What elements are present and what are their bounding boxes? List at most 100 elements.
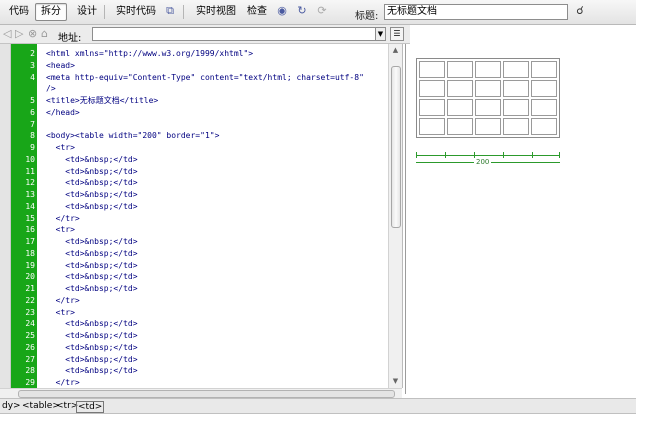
- code-line[interactable]: <td>&nbsp;</td>: [46, 283, 137, 294]
- code-view-button[interactable]: 代码: [3, 3, 35, 21]
- code-line[interactable]: <td>&nbsp;</td>: [46, 318, 137, 329]
- horizontal-scrollbar[interactable]: [0, 388, 402, 398]
- line-number: [11, 83, 35, 94]
- line-number: 4: [30, 72, 35, 82]
- table-cell[interactable]: [503, 61, 529, 78]
- dim-tick: [416, 152, 417, 158]
- table-width-label[interactable]: 200: [474, 158, 492, 166]
- live-code-button[interactable]: 实时代码: [110, 3, 162, 21]
- table-cell[interactable]: [531, 99, 557, 116]
- table-cell[interactable]: [531, 80, 557, 97]
- code-line[interactable]: <td>&nbsp;</td>: [46, 189, 137, 200]
- tag-crumb-tr[interactable]: <tr>: [56, 401, 78, 411]
- code-line[interactable]: <td>&nbsp;</td>: [46, 236, 137, 247]
- line-number: 17: [25, 237, 35, 246]
- code-line[interactable]: </tr>: [46, 295, 80, 306]
- line-number: 3: [30, 60, 35, 70]
- table-cell[interactable]: [503, 80, 529, 97]
- check-browser-icon[interactable]: ☌: [572, 4, 588, 18]
- table-cell[interactable]: [419, 80, 445, 97]
- address-input[interactable]: [92, 27, 379, 41]
- table-cell[interactable]: [447, 61, 473, 78]
- home-icon[interactable]: ⌂: [41, 27, 48, 40]
- code-line[interactable]: <td>&nbsp;</td>: [46, 365, 137, 376]
- line-number: 29: [25, 378, 35, 387]
- reload-icon[interactable]: ⟳: [314, 4, 330, 18]
- document-toolbar: 代码 拆分 设计 实时代码 ⧉ 实时视图 检查 ◉ ↻ ⟳ 标题: 无标题文档 …: [0, 0, 665, 25]
- dim-tick: [559, 152, 560, 158]
- code-line[interactable]: <td>&nbsp;</td>: [46, 260, 137, 271]
- line-number: 12: [25, 178, 35, 188]
- code-line[interactable]: <tr>: [46, 307, 75, 318]
- table-cell[interactable]: [419, 99, 445, 116]
- table-cell[interactable]: [447, 118, 473, 135]
- table-cell[interactable]: [419, 118, 445, 135]
- code-line[interactable]: </tr>: [46, 377, 80, 388]
- file-compare-icon[interactable]: ⧉: [162, 4, 178, 18]
- stop-icon[interactable]: ⊗: [28, 27, 37, 40]
- live-view-button[interactable]: 实时视图: [190, 3, 242, 21]
- code-line[interactable]: <td>&nbsp;</td>: [46, 166, 137, 177]
- code-line[interactable]: <head>: [46, 60, 75, 71]
- line-numbers: 2 3 4 5 6 7 8 9 10 11 12 13 14 15 16 17 18 19 20 21 22 23 24 25…: [11, 44, 37, 388]
- table-cell[interactable]: [503, 99, 529, 116]
- tag-selector-bar: dy> <table> <tr> <td>: [0, 398, 636, 414]
- design-view-button[interactable]: 设计: [71, 3, 103, 21]
- code-line[interactable]: <html xmlns="http://www.w3.org/1999/xhtm…: [46, 48, 253, 59]
- code-line[interactable]: <td>&nbsp;</td>: [46, 201, 137, 212]
- document-title-field[interactable]: 无标题文档: [384, 4, 568, 20]
- table-cell[interactable]: [419, 61, 445, 78]
- scroll-down-icon[interactable]: ▼: [391, 377, 400, 386]
- line-number: 6: [30, 107, 35, 117]
- code-line[interactable]: <td>&nbsp;</td>: [46, 248, 137, 259]
- refresh-icon[interactable]: ↻: [294, 4, 310, 18]
- tag-crumb-table[interactable]: <table>: [22, 401, 60, 411]
- table-row: [419, 80, 557, 97]
- code-line[interactable]: />: [46, 83, 56, 94]
- vertical-scroll-thumb[interactable]: [391, 66, 401, 228]
- table-cell[interactable]: [503, 118, 529, 135]
- horizontal-scroll-thumb[interactable]: [18, 390, 395, 398]
- line-number: 28: [25, 366, 35, 376]
- forward-icon[interactable]: ▷: [15, 27, 23, 40]
- table-cell[interactable]: [475, 61, 501, 78]
- address-dropdown-icon[interactable]: ▼: [375, 27, 386, 41]
- code-line[interactable]: </head>: [46, 107, 80, 118]
- column-width-line: [416, 155, 560, 156]
- table-cell[interactable]: [475, 80, 501, 97]
- code-line[interactable]: <td>&nbsp;</td>: [46, 154, 137, 165]
- globe-preview-icon[interactable]: ◉: [274, 4, 290, 18]
- code-line[interactable]: <meta http-equiv="Content-Type" content=…: [46, 72, 364, 83]
- table-cell[interactable]: [447, 99, 473, 116]
- table-cell[interactable]: [531, 61, 557, 78]
- tag-crumb-td[interactable]: <td>: [76, 401, 105, 413]
- code-line[interactable]: <tr>: [46, 142, 75, 153]
- code-line[interactable]: <td>&nbsp;</td>: [46, 342, 137, 353]
- inspect-button[interactable]: 检查: [241, 3, 273, 21]
- tag-crumb-body[interactable]: dy>: [2, 401, 21, 411]
- dim-tick: [532, 152, 533, 158]
- code-line[interactable]: </tr>: [46, 213, 80, 224]
- code-line[interactable]: <tr>: [46, 224, 75, 235]
- table-cell[interactable]: [447, 80, 473, 97]
- split-view-button[interactable]: 拆分: [35, 3, 67, 21]
- code-view-pane[interactable]: 2 3 4 5 6 7 8 9 10 11 12 13 14 15 16 17 18 19 20 21 22 23 24 25…: [0, 44, 403, 388]
- vertical-scrollbar[interactable]: ▲ ▼: [388, 44, 402, 388]
- code-line[interactable]: <td>&nbsp;</td>: [46, 271, 137, 282]
- code-line[interactable]: <td>&nbsp;</td>: [46, 177, 137, 188]
- back-icon[interactable]: ◁: [3, 27, 11, 40]
- view-options-icon[interactable]: ☰: [390, 27, 404, 41]
- toolbar-separator: [183, 5, 184, 19]
- code-gutter: [0, 44, 11, 388]
- design-table[interactable]: [416, 58, 560, 138]
- code-line[interactable]: <td>&nbsp;</td>: [46, 354, 137, 365]
- line-number: 20: [25, 272, 35, 282]
- code-line[interactable]: <td>&nbsp;</td>: [46, 330, 137, 341]
- table-cell[interactable]: [475, 99, 501, 116]
- table-cell[interactable]: [531, 118, 557, 135]
- table-cell[interactable]: [475, 118, 501, 135]
- code-line[interactable]: <body><table width="200" border="1">: [46, 130, 219, 141]
- scroll-up-icon[interactable]: ▲: [391, 46, 400, 55]
- design-view-pane[interactable]: 200: [405, 44, 636, 394]
- code-line[interactable]: <title>无标题文档</title>: [46, 95, 158, 106]
